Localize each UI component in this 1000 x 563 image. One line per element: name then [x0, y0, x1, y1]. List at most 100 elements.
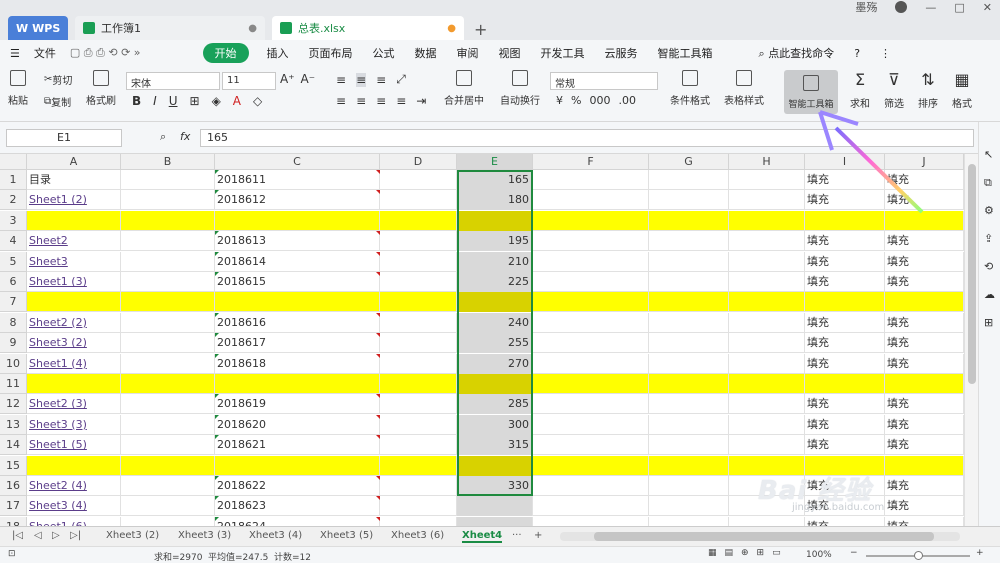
- cell[interactable]: [27, 210, 121, 231]
- align-top-icon[interactable]: ≡: [336, 73, 346, 87]
- sum-button[interactable]: Σ 求和: [850, 70, 870, 110]
- cell[interactable]: [380, 516, 457, 526]
- cell[interactable]: [885, 455, 964, 476]
- scroll-thumb[interactable]: [968, 164, 976, 384]
- cell[interactable]: [729, 292, 805, 313]
- share-icon[interactable]: ⇪: [984, 232, 993, 245]
- minimize-button[interactable]: —: [925, 1, 936, 14]
- formula-input[interactable]: 165: [200, 129, 974, 147]
- cell[interactable]: [533, 353, 649, 374]
- cell[interactable]: 填充: [885, 414, 964, 435]
- hscroll-thumb[interactable]: [594, 532, 934, 541]
- cell[interactable]: [380, 333, 457, 354]
- cell[interactable]: 2018611: [215, 170, 380, 190]
- cell[interactable]: [729, 435, 805, 456]
- cell[interactable]: 2018617: [215, 333, 380, 354]
- hamburger-icon[interactable]: ☰: [0, 47, 30, 60]
- cell[interactable]: 2018613: [215, 231, 380, 252]
- cell[interactable]: [121, 394, 215, 415]
- cell[interactable]: [121, 476, 215, 496]
- row-header[interactable]: 11: [0, 374, 27, 394]
- cell[interactable]: 填充: [885, 170, 964, 190]
- font-grow-shrink[interactable]: A⁺ A⁻: [280, 72, 315, 86]
- font-shrink-icon[interactable]: A⁻: [301, 72, 316, 86]
- cell[interactable]: 2018616: [215, 312, 380, 333]
- cell[interactable]: [533, 312, 649, 333]
- next-sheet-icon[interactable]: ▷: [52, 530, 60, 541]
- cell[interactable]: [380, 292, 457, 313]
- cell[interactable]: 填充: [805, 516, 885, 526]
- cell[interactable]: 165: [457, 170, 533, 190]
- cell[interactable]: [729, 333, 805, 354]
- col-header-b[interactable]: B: [121, 154, 215, 170]
- menu-review[interactable]: 审阅: [447, 45, 489, 61]
- cell[interactable]: [457, 455, 533, 476]
- row-header[interactable]: 17: [0, 496, 27, 517]
- row-header[interactable]: 12: [0, 394, 27, 415]
- cell[interactable]: [121, 312, 215, 333]
- cell[interactable]: [457, 496, 533, 517]
- cell[interactable]: 315: [457, 435, 533, 456]
- cell[interactable]: [533, 231, 649, 252]
- new-tab-button[interactable]: +: [474, 20, 487, 39]
- cell[interactable]: [649, 333, 729, 354]
- cell[interactable]: 2018624: [215, 516, 380, 526]
- cell[interactable]: [380, 414, 457, 435]
- cell[interactable]: 填充: [885, 435, 964, 456]
- cell[interactable]: 填充: [805, 231, 885, 252]
- cell[interactable]: [649, 496, 729, 517]
- indent-icon[interactable]: ⇥: [416, 94, 426, 108]
- row-header[interactable]: 14: [0, 435, 27, 456]
- cell[interactable]: [380, 312, 457, 333]
- filter-button[interactable]: ⊽ 筛选: [884, 70, 904, 110]
- zoom-level[interactable]: 100%: [806, 550, 832, 560]
- cell[interactable]: Sheet3: [27, 251, 121, 272]
- row-header[interactable]: 6: [0, 272, 27, 292]
- cell[interactable]: [885, 374, 964, 394]
- sheet-tab[interactable]: Xheet3 (3): [178, 530, 231, 541]
- sheet-tab[interactable]: Xheet3 (4): [249, 530, 302, 541]
- tab-workbook1[interactable]: 工作簿1 ●: [75, 16, 265, 40]
- cell[interactable]: 210: [457, 251, 533, 272]
- cell[interactable]: 300: [457, 414, 533, 435]
- settings-icon[interactable]: ⚙: [984, 204, 994, 217]
- decimal-icon[interactable]: .00: [618, 94, 636, 107]
- more-sheets-icon[interactable]: ···: [512, 530, 522, 541]
- cell[interactable]: Sheet3 (2): [27, 333, 121, 354]
- cell[interactable]: [649, 353, 729, 374]
- cell[interactable]: Sheet2: [27, 231, 121, 252]
- cell[interactable]: 2018615: [215, 272, 380, 292]
- cell[interactable]: [729, 251, 805, 272]
- cell[interactable]: Sheet1 (3): [27, 272, 121, 292]
- cell[interactable]: Sheet2 (3): [27, 394, 121, 415]
- col-header-g[interactable]: G: [649, 154, 729, 170]
- cell[interactable]: [27, 374, 121, 394]
- cell[interactable]: [121, 272, 215, 292]
- cell[interactable]: 2018623: [215, 496, 380, 517]
- col-header-j[interactable]: J: [885, 154, 964, 170]
- align-bottom-icon[interactable]: ≡: [376, 73, 386, 87]
- menu-dev-tools[interactable]: 开发工具: [531, 45, 595, 61]
- cell[interactable]: 2018621: [215, 435, 380, 456]
- bold-icon[interactable]: B: [132, 94, 141, 108]
- percent-icon[interactable]: %: [571, 94, 581, 107]
- cell[interactable]: 填充: [885, 516, 964, 526]
- align-left-icon[interactable]: ≡: [336, 94, 346, 108]
- cell[interactable]: [649, 516, 729, 526]
- menu-cloud[interactable]: 云服务: [595, 45, 648, 61]
- cell[interactable]: [121, 435, 215, 456]
- help-icon[interactable]: ?: [844, 47, 870, 60]
- cell[interactable]: [533, 333, 649, 354]
- cell[interactable]: [380, 170, 457, 190]
- cell[interactable]: [121, 210, 215, 231]
- cell[interactable]: [649, 312, 729, 333]
- col-header-d[interactable]: D: [380, 154, 457, 170]
- cell[interactable]: Sheet1 (2): [27, 190, 121, 211]
- cell[interactable]: 填充: [805, 170, 885, 190]
- row-header[interactable]: 18: [0, 516, 27, 526]
- row-header[interactable]: 16: [0, 476, 27, 496]
- row-header[interactable]: 13: [0, 414, 27, 435]
- cell[interactable]: [649, 374, 729, 394]
- cell[interactable]: [121, 231, 215, 252]
- font-color-icon[interactable]: A: [233, 94, 241, 108]
